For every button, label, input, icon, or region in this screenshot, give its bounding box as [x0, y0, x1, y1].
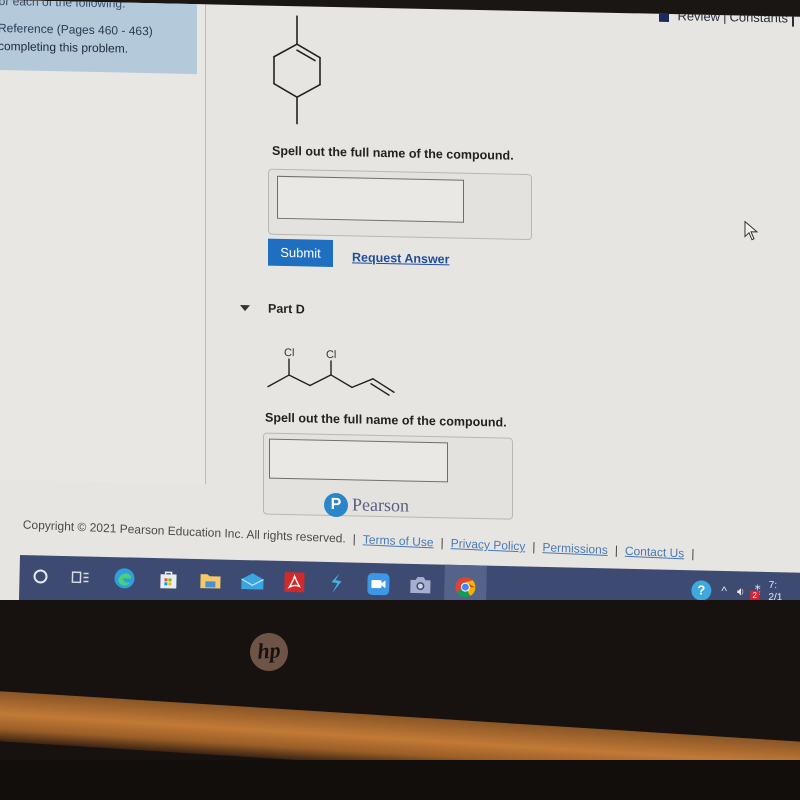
mail-icon[interactable] [239, 568, 266, 595]
bond [330, 374, 353, 389]
lightning-app-icon[interactable] [323, 570, 350, 597]
terms-of-use-link[interactable]: Terms of Use [363, 532, 434, 549]
search-circle-icon[interactable] [27, 563, 54, 590]
atom-label-cl: Cl [284, 347, 294, 359]
mouse-cursor-icon [744, 220, 759, 241]
atom-label-cl: Cl [326, 349, 336, 361]
laptop-base [0, 760, 800, 800]
folder-icon[interactable] [197, 567, 224, 594]
review-link[interactable]: Review [677, 8, 720, 24]
part-d-title: Part D [268, 301, 305, 317]
notification-icon[interactable]: ⁑2 [750, 585, 761, 600]
instructions-text: completing this problem. [0, 38, 129, 56]
bond [273, 43, 298, 58]
task-view-icon[interactable] [67, 564, 94, 591]
zoom-video-icon[interactable] [365, 571, 392, 598]
pearson-wordmark: Pearson [352, 494, 409, 516]
double-bond [296, 49, 316, 62]
permissions-link[interactable]: Permissions [542, 540, 608, 557]
chevron-up-icon[interactable]: ^ [721, 584, 727, 598]
left-panel: Name for each of the following. Referenc… [0, 0, 206, 485]
caret-down-icon[interactable] [240, 305, 250, 312]
part-c-prompt: Spell out the full name of the compound. [272, 143, 514, 163]
bond [296, 83, 321, 99]
molecule-part-c [273, 15, 321, 125]
review-icon [659, 11, 670, 22]
bond [372, 378, 395, 393]
request-answer-link[interactable]: Request Answer [352, 250, 449, 266]
screen: Name for each of the following. Referenc… [0, 0, 800, 617]
reference-link[interactable]: Reference (Pages 460 - 463) [0, 21, 153, 38]
part-c-answer-input[interactable] [277, 175, 464, 223]
copyright-text: Copyright © 2021 Pearson Education Inc. … [22, 517, 346, 546]
pdf-icon[interactable] [281, 569, 308, 596]
submit-button[interactable]: Submit [268, 238, 333, 267]
instructions-box: Name for each of the following. Referenc… [0, 0, 197, 75]
bond [296, 43, 321, 59]
bond [309, 374, 332, 387]
molecule-part-d: Cl Cl [267, 347, 395, 396]
footer: Copyright © 2021 Pearson Education Inc. … [22, 517, 695, 561]
constants-link[interactable]: Constants [729, 9, 788, 25]
instructions-text: Name for each of the following. [0, 0, 126, 11]
top-links: Review | Constants [659, 8, 794, 27]
help-icon[interactable]: ? [691, 580, 712, 601]
contact-us-link[interactable]: Contact Us [625, 544, 685, 561]
store-icon[interactable] [155, 566, 182, 593]
notification-badge: 2 [750, 590, 760, 600]
double-bond [370, 383, 390, 396]
bond [351, 378, 374, 389]
bond [288, 374, 311, 387]
volume-icon[interactable]: 🔉︎ [737, 584, 745, 599]
bond [273, 82, 298, 99]
bond [267, 374, 290, 388]
part-d-prompt: Spell out the full name of the compound. [265, 410, 507, 430]
edge-icon[interactable] [111, 565, 138, 592]
privacy-policy-link[interactable]: Privacy Policy [451, 536, 526, 553]
clock-time: 7: [768, 579, 778, 592]
camera-icon[interactable] [407, 572, 434, 599]
part-d-answer-input[interactable] [269, 438, 448, 483]
pearson-p-icon: P [324, 492, 348, 518]
